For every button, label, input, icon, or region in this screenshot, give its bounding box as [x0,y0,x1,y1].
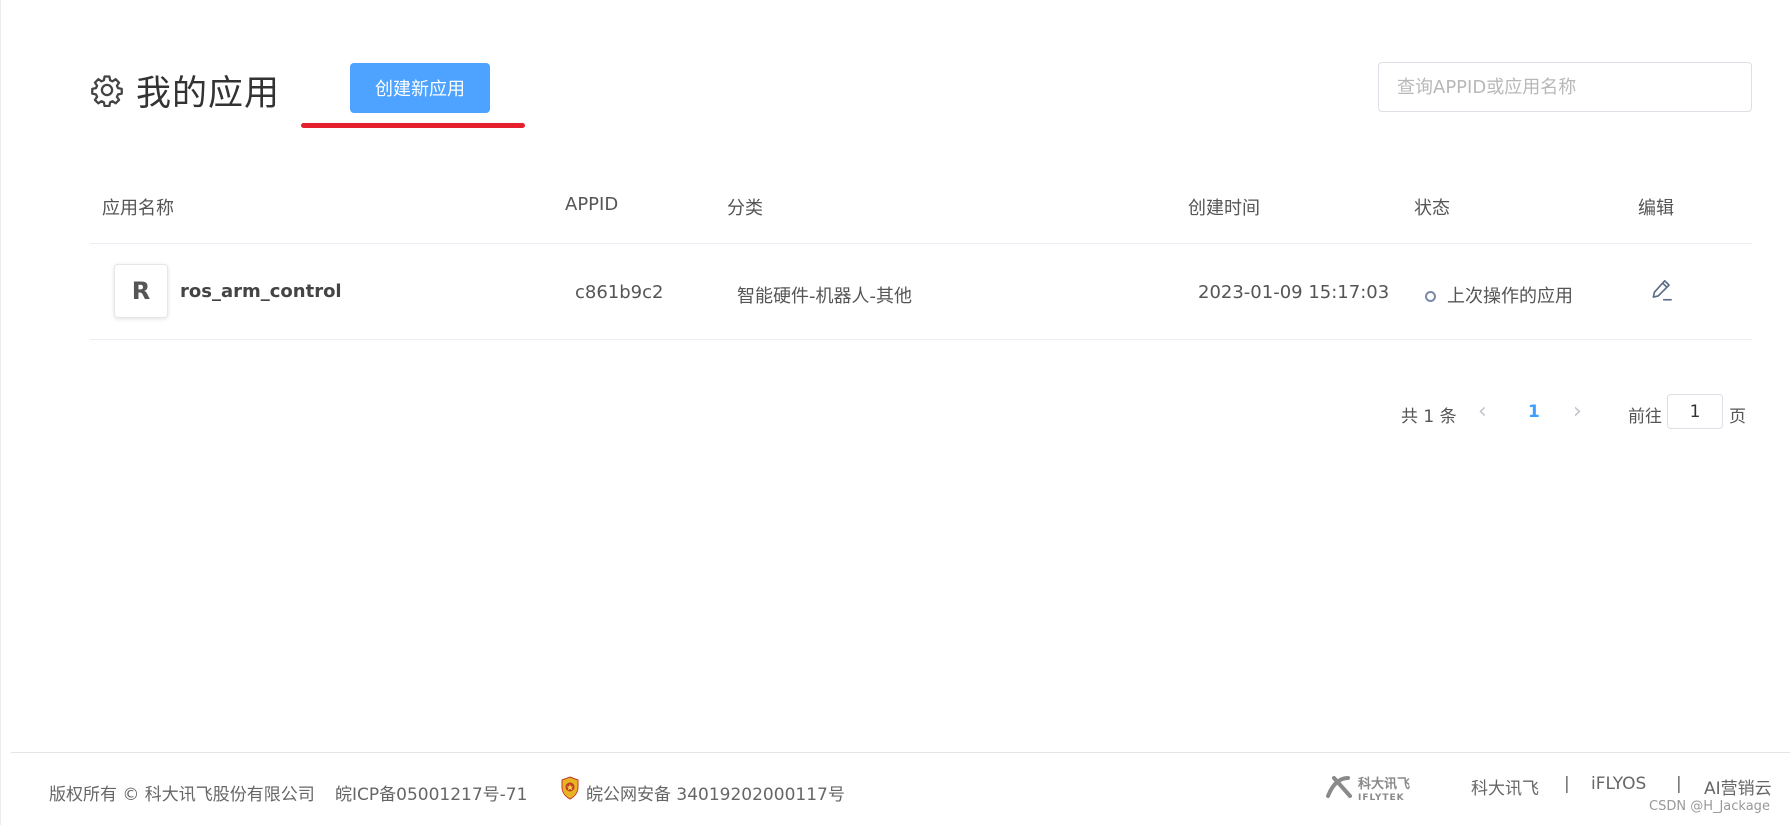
footer: 版权所有 © 科大讯飞股份有限公司 皖ICP备05001217号-71 皖公网安… [11,752,1790,825]
app-avatar: R [114,264,168,318]
column-header-name: 应用名称 [102,198,174,219]
create-app-button[interactable]: 创建新应用 [350,63,490,113]
chevron-right-icon[interactable]: › [1573,399,1582,424]
column-header-edit: 编辑 [1638,198,1674,219]
footer-separator: | [1564,774,1570,794]
column-header-category: 分类 [727,198,763,219]
apps-table: 应用名称 APPID 分类 创建时间 状态 编辑 R ros_arm_contr… [90,180,1752,340]
column-header-appid: APPID [565,194,619,215]
footer-link-iflyos[interactable]: iFLYOS [1591,774,1646,794]
chevron-left-icon[interactable]: ‹ [1478,399,1487,424]
police-badge-icon [561,776,579,800]
column-header-created: 创建时间 [1188,198,1260,219]
pagination-page-current[interactable]: 1 [1528,402,1540,422]
footer-icp-link[interactable]: 皖ICP备05001217号-71 [335,780,527,805]
edit-icon[interactable] [1649,277,1675,303]
app-status: 上次操作的应用 [1447,286,1573,307]
pagination-goto-input[interactable] [1667,394,1723,429]
logo-subtext: IFLYTEK [1358,793,1405,803]
status-dot-icon [1425,291,1436,302]
watermark: CSDN @H_Jackage [1649,799,1770,814]
pagination-goto-label: 前往 [1628,407,1662,427]
gear-icon [91,75,123,107]
footer-police-link[interactable]: 皖公网安备 34019202000117号 [586,780,845,805]
page-title: 我的应用 [136,73,281,114]
app-id: c861b9c2 [575,282,664,303]
footer-link-iflytek[interactable]: 科大讯飞 [1471,774,1539,799]
app-created-time: 2023-01-09 15:17:03 [1198,282,1390,303]
footer-copyright: 版权所有 © 科大讯飞股份有限公司 [49,785,315,805]
table-row[interactable]: R ros_arm_control c861b9c2 智能硬件-机器人-其他 2… [90,244,1752,340]
column-header-status: 状态 [1414,198,1450,219]
logo-text: 科大讯飞 [1358,776,1410,792]
app-name[interactable]: ros_arm_control [180,281,342,302]
footer-link-ai-marketing[interactable]: AI营销云 [1704,774,1772,799]
highlight-underline [301,123,525,128]
page: 我的应用 创建新应用 应用名称 APPID 分类 创建时间 状态 编辑 R ro… [0,0,1790,825]
iflytek-logo: 科大讯飞 IFLYTEK [1326,776,1410,803]
pagination-page-suffix: 页 [1729,407,1746,427]
page-header: 我的应用 [90,62,280,118]
footer-separator: | [1676,774,1682,794]
app-category: 智能硬件-机器人-其他 [737,286,912,307]
search-input[interactable] [1378,62,1752,112]
table-header: 应用名称 APPID 分类 创建时间 状态 编辑 [90,180,1752,244]
pagination-total: 共 1 条 [1401,407,1457,427]
